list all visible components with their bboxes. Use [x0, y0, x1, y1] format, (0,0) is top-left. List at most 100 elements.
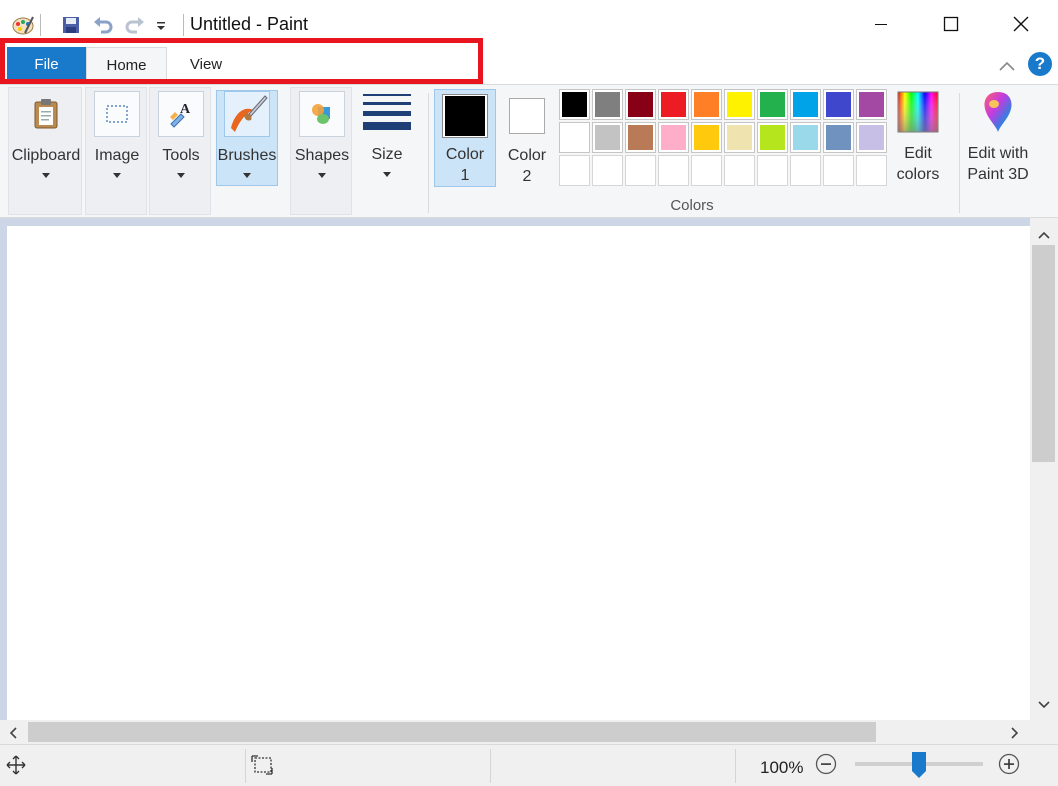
color-swatch[interactable]	[757, 89, 788, 120]
chevron-up-icon	[999, 61, 1015, 71]
custom-color-slot[interactable]	[658, 155, 689, 186]
swatch-fill	[595, 125, 620, 150]
color-swatch[interactable]	[724, 122, 755, 153]
custom-color-slot[interactable]	[823, 155, 854, 186]
zoom-out-button[interactable]	[815, 753, 837, 775]
clipboard-icon	[23, 91, 69, 137]
color-swatch[interactable]	[790, 122, 821, 153]
ribbon: Clipboard Image A Tools Brushes Shapes S…	[0, 84, 1058, 218]
swatch-fill	[562, 92, 587, 117]
brushes-button[interactable]: Brushes	[216, 90, 278, 186]
color2-number: 2	[522, 168, 532, 185]
custom-color-slot[interactable]	[724, 155, 755, 186]
custom-color-slot[interactable]	[559, 155, 590, 186]
tab-file[interactable]: File	[7, 47, 86, 82]
minimize-icon	[875, 24, 887, 25]
image-button[interactable]: Image	[86, 91, 148, 178]
drawing-canvas[interactable]	[7, 226, 1030, 720]
paint-app-icon[interactable]	[10, 12, 36, 38]
color-swatch[interactable]	[790, 89, 821, 120]
tools-icon: A	[158, 91, 204, 137]
color-swatch[interactable]	[856, 122, 887, 153]
brushes-label: Brushes	[217, 147, 277, 164]
chevron-down-icon	[318, 173, 326, 178]
undo-icon[interactable]	[90, 12, 116, 38]
size-button[interactable]: Size	[356, 90, 418, 177]
color1-fill	[445, 96, 485, 136]
swatch-fill	[760, 125, 785, 150]
color-swatch[interactable]	[625, 89, 656, 120]
custom-color-slot[interactable]	[790, 155, 821, 186]
help-button[interactable]: ?	[1028, 52, 1052, 76]
color1-button[interactable]: Color 1	[434, 89, 496, 187]
vertical-scroll-thumb[interactable]	[1032, 245, 1055, 462]
color-swatch[interactable]	[691, 89, 722, 120]
paint3d-line1: Edit with	[967, 145, 1029, 162]
custom-color-slot[interactable]	[691, 155, 722, 186]
swatch-fill	[628, 92, 653, 117]
color-swatch[interactable]	[592, 122, 623, 153]
swatch-fill	[793, 92, 818, 117]
color1-text: Color	[445, 146, 485, 163]
image-group: Image	[85, 87, 147, 215]
shapes-group: Shapes	[290, 87, 352, 215]
zoom-in-button[interactable]	[998, 753, 1020, 775]
customize-dropdown-icon[interactable]	[148, 12, 174, 38]
color-swatch[interactable]	[823, 122, 854, 153]
tools-button[interactable]: A Tools	[150, 91, 212, 178]
chevron-down-icon	[383, 172, 391, 177]
color-swatch[interactable]	[823, 89, 854, 120]
shapes-button[interactable]: Shapes	[291, 91, 353, 178]
divider	[245, 749, 246, 783]
collapse-ribbon-button[interactable]	[995, 54, 1019, 78]
chevron-down-icon[interactable]	[1037, 700, 1051, 710]
shapes-label: Shapes	[294, 147, 350, 164]
size-label: Size	[371, 146, 403, 163]
color2-button[interactable]: Color 2	[496, 89, 558, 187]
chevron-right-icon[interactable]	[1010, 726, 1020, 740]
color1-swatch	[442, 94, 488, 138]
edit-with-paint3d-button[interactable]: Edit with Paint 3D	[962, 89, 1034, 185]
chevron-up-icon[interactable]	[1037, 230, 1051, 240]
zoom-slider-thumb[interactable]	[912, 752, 926, 778]
close-icon	[1013, 16, 1029, 32]
color1-number: 1	[460, 167, 470, 184]
color-swatch[interactable]	[724, 89, 755, 120]
custom-color-slot[interactable]	[592, 155, 623, 186]
zoom-level: 100%	[760, 758, 804, 777]
swatch-fill	[628, 125, 653, 150]
color-swatch[interactable]	[691, 122, 722, 153]
divider	[735, 749, 736, 783]
size-group: Size	[356, 87, 418, 215]
edit-colors-button[interactable]: Edit colors	[888, 89, 948, 185]
swatch-fill	[826, 92, 851, 117]
color-swatch[interactable]	[658, 89, 689, 120]
tab-home[interactable]: Home	[86, 47, 167, 82]
save-icon[interactable]	[58, 12, 84, 38]
chevron-left-icon[interactable]	[8, 726, 18, 740]
clipboard-button[interactable]: Clipboard	[9, 91, 83, 178]
horizontal-scroll-thumb[interactable]	[28, 722, 876, 742]
color-swatch[interactable]	[757, 122, 788, 153]
color-swatch[interactable]	[592, 89, 623, 120]
color2-swatch	[509, 98, 545, 134]
color-swatch[interactable]	[559, 89, 590, 120]
color-swatch[interactable]	[658, 122, 689, 153]
scroll-corner	[1030, 720, 1058, 744]
redo-icon[interactable]	[122, 12, 148, 38]
tab-view[interactable]: View	[167, 47, 245, 82]
swatch-fill	[727, 92, 752, 117]
color-swatch[interactable]	[559, 122, 590, 153]
color-swatch[interactable]	[625, 122, 656, 153]
edit-colors-line2: colors	[896, 166, 940, 183]
swatch-fill	[562, 125, 587, 150]
chevron-down-icon	[243, 173, 251, 178]
custom-color-slot[interactable]	[757, 155, 788, 186]
edit-colors-icon	[895, 89, 941, 135]
divider	[959, 93, 960, 213]
custom-color-slot[interactable]	[625, 155, 656, 186]
custom-color-slot[interactable]	[856, 155, 887, 186]
swatch-fill	[826, 125, 851, 150]
color-swatch[interactable]	[856, 89, 887, 120]
swatch-fill	[793, 125, 818, 150]
